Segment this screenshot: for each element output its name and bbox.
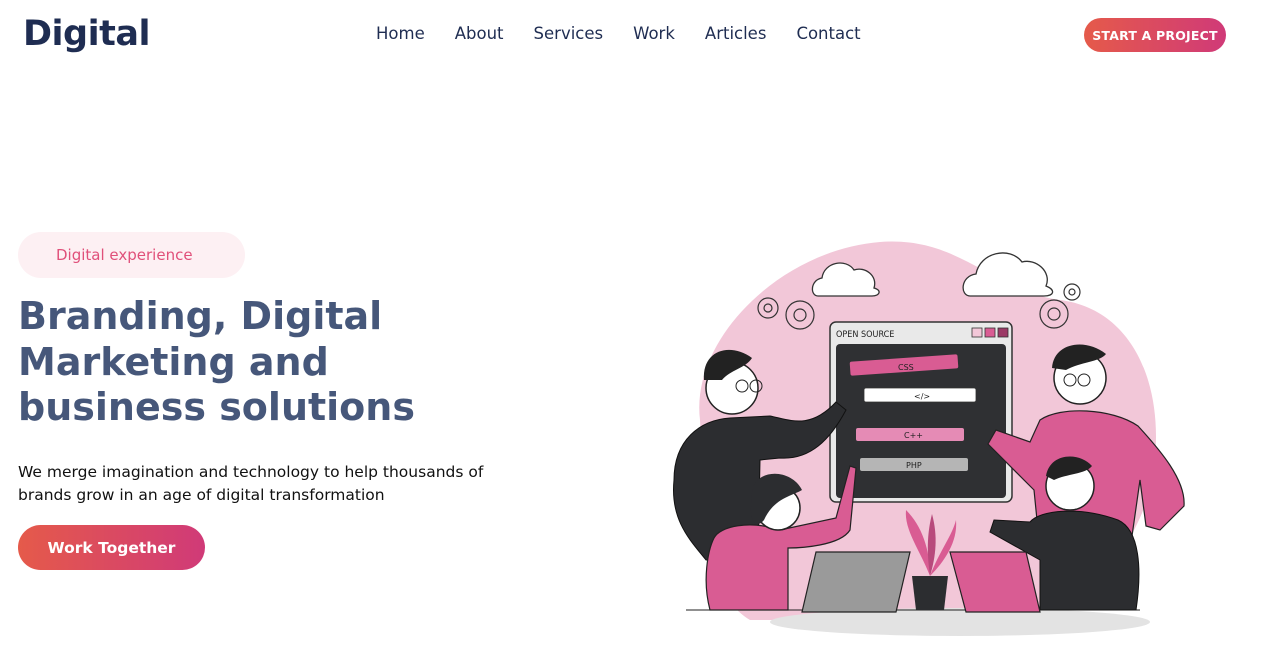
site-logo[interactable]: Digital xyxy=(23,14,150,54)
nav-about[interactable]: About xyxy=(455,24,504,43)
main-nav: Home About Services Work Articles Contac… xyxy=(376,24,891,43)
hero-badge: Digital experience xyxy=(18,232,245,278)
nav-work[interactable]: Work xyxy=(633,24,675,43)
window-title: OPEN SOURCE xyxy=(836,330,894,340)
nav-home[interactable]: Home xyxy=(376,24,425,43)
tag-html: </> xyxy=(914,392,930,401)
work-together-button[interactable]: Work Together xyxy=(18,525,205,570)
laptop-grey xyxy=(801,551,911,613)
cloud-icon xyxy=(962,252,1054,297)
team-illustration: OPEN SOURCE CSS </> C++ PHP xyxy=(672,241,1185,636)
tag-php: PHP xyxy=(906,461,922,470)
hero-headline: Branding, Digital Marketing and business… xyxy=(18,294,415,429)
code-window: OPEN SOURCE CSS </> C++ PHP xyxy=(829,321,1013,503)
nav-articles[interactable]: Articles xyxy=(705,24,767,43)
hero-subtitle: We merge imagination and technology to h… xyxy=(18,463,484,504)
tag-cpp: C++ xyxy=(904,431,923,440)
start-project-button[interactable]: START A PROJECT xyxy=(1084,18,1226,52)
nav-services[interactable]: Services xyxy=(534,24,604,43)
tag-css: CSS xyxy=(898,363,914,372)
laptop-pink xyxy=(949,551,1041,613)
nav-contact[interactable]: Contact xyxy=(796,24,860,43)
